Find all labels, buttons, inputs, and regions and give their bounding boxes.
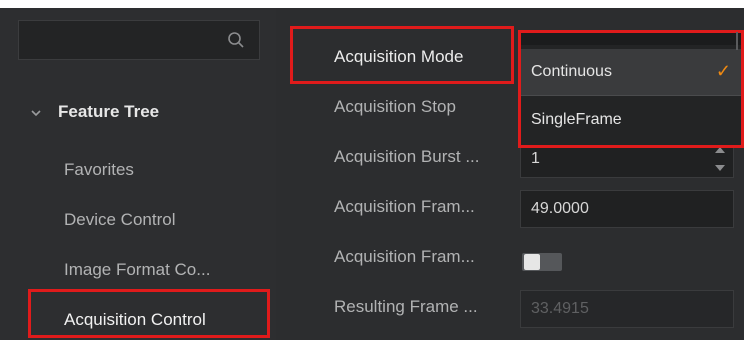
frame-rate-value: 49.0000: [531, 200, 589, 217]
frame-rate-enable-toggle[interactable]: [522, 253, 562, 271]
app-window: Feature Tree Favorites Device Control Im…: [0, 8, 744, 340]
check-icon: ✓: [715, 61, 731, 81]
acquisition-mode-highlight: [290, 26, 514, 84]
dropdown-current-value[interactable]: [521, 33, 741, 45]
search-input[interactable]: [18, 20, 260, 60]
spin-down-icon[interactable]: [715, 165, 725, 171]
resulting-frame-rate-value: 33.4915: [531, 300, 589, 317]
property-label: Acquisition Fram...: [334, 197, 475, 216]
property-row-acquisition-frame-rate: Acquisition Fram... 49.0000: [276, 182, 744, 232]
spin-buttons[interactable]: [715, 147, 725, 171]
feature-tree-header[interactable]: Feature Tree: [0, 94, 276, 130]
resulting-frame-rate-field: 33.4915: [520, 290, 734, 328]
property-label: Acquisition Burst ...: [334, 147, 480, 166]
property-label: Resulting Frame ...: [334, 297, 478, 316]
chevron-down-icon[interactable]: [30, 106, 42, 118]
feature-tree-title: Feature Tree: [58, 102, 160, 121]
property-row-resulting-frame-rate: Resulting Frame ... 33.4915: [276, 282, 744, 332]
property-row-acquisition-frame-rate-enable: Acquisition Fram...: [276, 232, 744, 282]
option-label: Continuous: [531, 63, 612, 80]
dropdown-option-continuous[interactable]: Continuous ✓: [521, 49, 741, 95]
sidebar-item-device-control[interactable]: Device Control: [64, 202, 176, 238]
sidebar-item-image-format-control[interactable]: Image Format Co...: [64, 252, 210, 288]
acquisition-mode-dropdown[interactable]: Continuous ✓ SingleFrame: [518, 30, 744, 148]
dropdown-option-singleframe[interactable]: SingleFrame: [521, 97, 741, 143]
toggle-knob: [524, 254, 540, 270]
property-label: Acquisition Stop: [334, 97, 456, 116]
option-label: SingleFrame: [531, 111, 622, 128]
dropdown-divider: [521, 95, 741, 96]
acquisition-control-highlight: [28, 289, 270, 338]
scrollbar[interactable]: [736, 32, 738, 50]
sidebar-item-favorites[interactable]: Favorites: [64, 152, 134, 188]
burst-count-value: 1: [531, 150, 540, 167]
property-label: Acquisition Fram...: [334, 247, 475, 266]
frame-rate-input[interactable]: 49.0000: [520, 190, 734, 228]
search-icon[interactable]: [227, 31, 245, 49]
